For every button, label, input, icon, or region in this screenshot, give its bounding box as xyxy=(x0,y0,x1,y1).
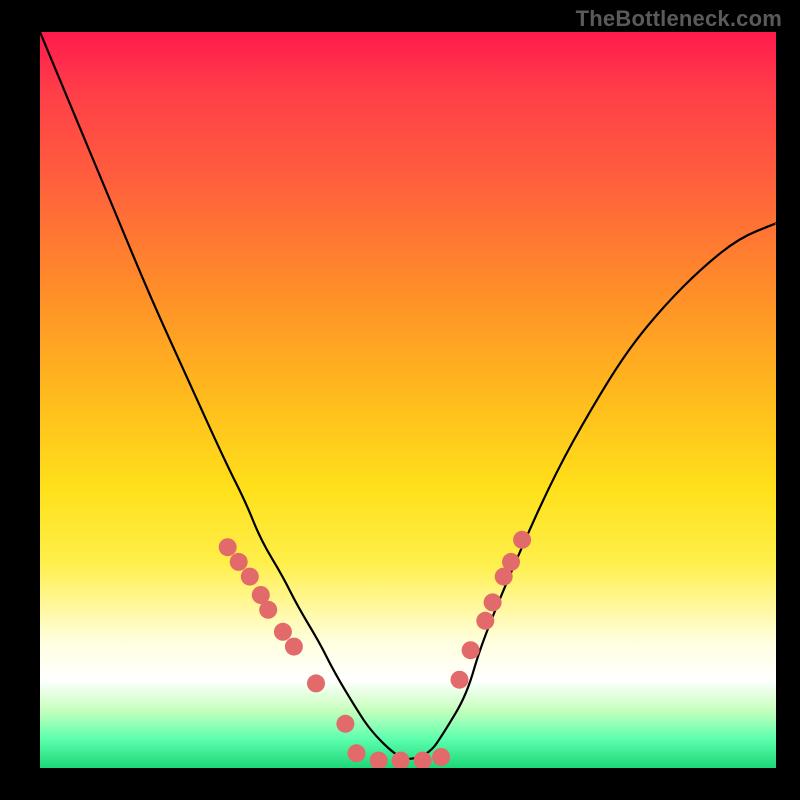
highlight-dot xyxy=(462,641,480,659)
highlight-dot xyxy=(219,538,237,556)
highlight-dot xyxy=(414,752,432,768)
highlight-dot xyxy=(484,593,502,611)
highlight-dot xyxy=(336,715,354,733)
highlight-dot xyxy=(513,531,531,549)
highlight-dot xyxy=(502,553,520,571)
curve-path xyxy=(40,32,776,759)
plot-area xyxy=(40,32,776,768)
highlight-dot xyxy=(230,553,248,571)
attribution-label: TheBottleneck.com xyxy=(576,6,782,32)
highlight-dot xyxy=(348,744,366,762)
highlight-dot xyxy=(451,671,469,689)
highlight-dot xyxy=(259,601,277,619)
highlight-dot xyxy=(432,748,450,766)
highlight-dot xyxy=(370,752,388,768)
highlight-dot xyxy=(241,568,259,586)
chart-frame: TheBottleneck.com xyxy=(0,0,800,800)
highlight-dot xyxy=(307,674,325,692)
highlight-dot xyxy=(476,612,494,630)
highlight-dots xyxy=(219,531,531,768)
highlight-dot xyxy=(274,623,292,641)
highlight-dot xyxy=(285,638,303,656)
bottleneck-curve xyxy=(40,32,776,768)
